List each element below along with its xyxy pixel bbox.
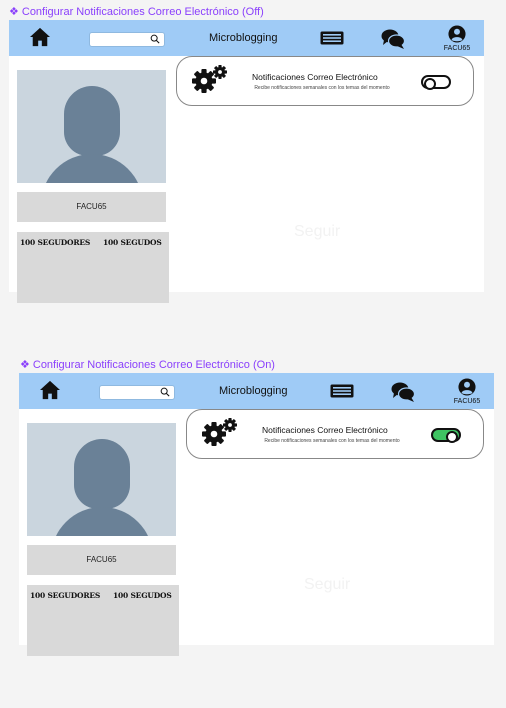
notification-description: Recibe notificaciones semanales con los … <box>264 438 400 444</box>
profile-username: FACU65 <box>17 192 166 222</box>
home-icon[interactable] <box>39 380 61 400</box>
follow-stats: 100 SEGUDORES 100 SEGUDOS <box>27 585 179 656</box>
email-notification-toggle[interactable] <box>431 428 461 443</box>
search-input[interactable] <box>89 32 165 47</box>
user-icon[interactable] <box>457 378 477 396</box>
frame-title-off: ❖ Configurar Notificaciones Correo Electr… <box>9 6 264 18</box>
following-count[interactable]: 100 SEGUDOS <box>113 591 172 600</box>
search-icon[interactable] <box>160 387 170 397</box>
follow-stats: 100 SEGUDORES 100 SEGUDOS <box>17 232 169 303</box>
email-notification-card: Notificaciones Correo Electrónico Recibe… <box>176 56 474 106</box>
app-title: Microblogging <box>219 385 288 397</box>
navbar-username[interactable]: FACU65 <box>440 45 474 52</box>
top-navbar: Microblogging FACU65 <box>9 20 484 56</box>
navbar-username[interactable]: FACU65 <box>450 398 484 405</box>
chat-icon[interactable] <box>381 28 405 50</box>
followers-count[interactable]: 100 SEGUDORES <box>20 238 90 247</box>
gear-icon <box>202 418 237 446</box>
screen-notifications-on: Microblogging FACU65 FACU65 100 SEGUDORE… <box>19 373 494 656</box>
toggle-knob <box>446 431 458 443</box>
screen-notifications-off: Microblogging FACU65 FACU65 100 SEGUDORE… <box>9 20 484 303</box>
frame-title-on: ❖ Configurar Notificaciones Correo Electr… <box>20 359 275 371</box>
chat-icon[interactable] <box>391 381 415 403</box>
profile-username: FACU65 <box>27 545 176 575</box>
user-icon[interactable] <box>447 25 467 43</box>
email-notification-toggle[interactable] <box>421 75 451 90</box>
following-count[interactable]: 100 SEGUDOS <box>103 238 162 247</box>
search-icon[interactable] <box>150 34 160 44</box>
email-notification-card: Notificaciones Correo Electrónico Recibe… <box>186 409 484 459</box>
feed-icon[interactable] <box>330 384 354 398</box>
avatar <box>27 423 176 536</box>
toggle-knob <box>424 78 436 90</box>
avatar <box>17 70 166 183</box>
notification-title: Notificaciones Correo Electrónico <box>262 425 388 435</box>
follow-button[interactable]: Seguir <box>294 223 340 241</box>
gear-icon <box>192 65 227 93</box>
home-icon[interactable] <box>29 27 51 47</box>
followers-count[interactable]: 100 SEGUDORES <box>30 591 100 600</box>
feed-icon[interactable] <box>320 31 344 45</box>
top-navbar: Microblogging FACU65 <box>19 373 494 409</box>
search-input[interactable] <box>99 385 175 400</box>
app-title: Microblogging <box>209 32 278 44</box>
notification-description: Recibe notificaciones semanales con los … <box>254 85 390 91</box>
follow-button[interactable]: Seguir <box>304 576 350 594</box>
notification-title: Notificaciones Correo Electrónico <box>252 72 378 82</box>
